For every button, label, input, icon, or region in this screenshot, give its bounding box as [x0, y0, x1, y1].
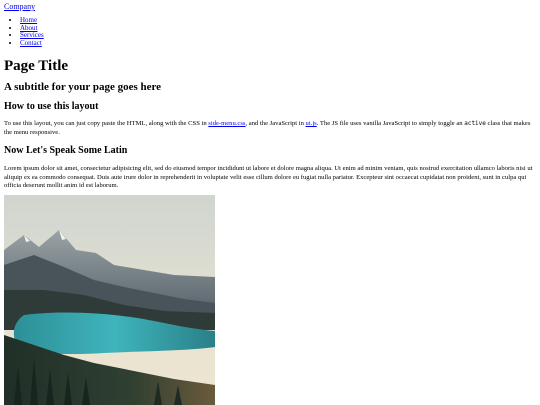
paragraph-text: To use this layout, you can just copy pa… [4, 120, 209, 127]
nav-link-contact[interactable]: Contact [20, 39, 42, 47]
css-file-link[interactable]: side-menu.css [208, 120, 245, 127]
page-subtitle: A subtitle for your page goes here [4, 81, 162, 93]
paragraph-text: . The JS file uses vanilla JavaScript to… [316, 120, 465, 127]
page: Company Home About Services Contact Page… [0, 0, 540, 405]
section-paragraph-how-to-use: To use this layout, you can just copy pa… [4, 120, 534, 137]
mountain-lake-photo [4, 195, 215, 405]
inline-code: active [464, 120, 486, 127]
section-heading-latin: Now Let's Speak Some Latin [4, 145, 128, 156]
nav-item-contact: Contact [20, 39, 44, 48]
section-paragraph-latin: Lorem ipsum dolor sit amet, consectetur … [4, 165, 533, 190]
brand-link[interactable]: Company [4, 2, 35, 12]
mountain-lake-image [4, 195, 215, 405]
section-heading-how-to-use: How to use this layout [4, 101, 99, 112]
paragraph-text: , and the JavaScript in [245, 120, 306, 127]
js-file-link[interactable]: ui.js [306, 120, 317, 127]
page-title: Page Title [4, 58, 69, 74]
nav-menu: Home About Services Contact [20, 16, 44, 48]
